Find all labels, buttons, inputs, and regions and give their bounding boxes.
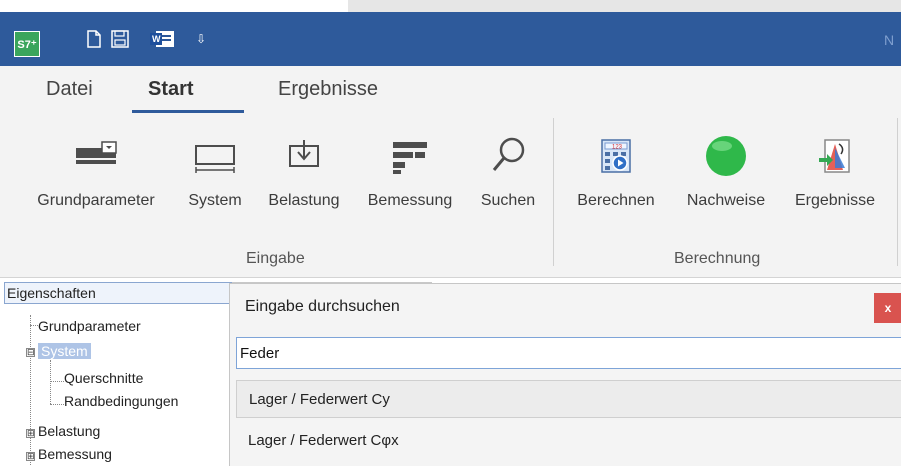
active-tab-indicator (132, 110, 244, 113)
search-dialog-title: Eingabe durchsuchen (245, 298, 400, 315)
search-result-item[interactable]: Lager / Federwert Cφx (236, 422, 901, 460)
green-circle-icon (706, 136, 746, 176)
group-separator (553, 118, 554, 266)
berechnen-button[interactable]: 123 Berechnen (564, 130, 668, 226)
background-window-strip (348, 0, 901, 12)
tab-datei[interactable]: Datei (46, 78, 93, 101)
tree-item-bemessung[interactable]: Bemessung (38, 446, 112, 462)
grundparameter-button[interactable]: Grundparameter (20, 130, 172, 226)
ribbon: Datei Start Ergebnisse Grundparameter Sy… (0, 66, 901, 278)
expand-icon[interactable]: ⊞ (26, 429, 35, 438)
ergebnisse-button[interactable]: Ergebnisse (782, 130, 888, 226)
group-label-eingabe: Eingabe (246, 250, 305, 267)
suchen-label: Suchen (480, 192, 536, 209)
group-label-berechnung: Berechnung (674, 250, 761, 267)
search-icon (492, 137, 525, 171)
title-bar: S7⁺ W ⇩ N (0, 12, 901, 66)
search-result-item[interactable]: Lager / Federwert Cy (236, 380, 901, 418)
grundparameter-label: Grundparameter (37, 192, 155, 209)
suchen-button[interactable]: Suchen (470, 130, 546, 226)
ergebnisse-label: Ergebnisse (794, 192, 876, 209)
belastung-button[interactable]: Belastung (256, 130, 352, 226)
svg-text:W: W (152, 34, 161, 44)
system-label: System (188, 192, 242, 209)
search-dialog: Eingabe durchsuchen x Lager / Federwert … (229, 283, 901, 466)
berechnen-label: Berechnen (577, 192, 655, 209)
collapse-icon[interactable]: ⊟ (26, 348, 35, 357)
group-separator (897, 118, 898, 266)
new-document-icon[interactable] (84, 28, 104, 50)
search-input[interactable] (236, 337, 901, 369)
tree-connector (50, 381, 64, 382)
tree-connector (30, 315, 31, 466)
tab-ergebnisse[interactable]: Ergebnisse (278, 78, 378, 101)
app-icon[interactable]: S7⁺ (14, 31, 40, 57)
results-icon (819, 139, 850, 173)
word-icon[interactable]: W (148, 28, 176, 50)
svg-text:123: 123 (612, 145, 623, 151)
system-icon (195, 145, 235, 173)
tree-connector (50, 404, 64, 405)
system-button[interactable]: System (180, 130, 250, 226)
tree-item-belastung[interactable]: Belastung (38, 423, 100, 439)
tree-connector (30, 325, 38, 326)
tree-item-grundparameter[interactable]: Grundparameter (38, 318, 141, 334)
bemessung-label: Bemessung (367, 192, 453, 209)
grundparameter-icon (76, 141, 117, 164)
calculator-icon: 123 (601, 139, 631, 173)
belastung-label: Belastung (268, 192, 340, 209)
properties-header: Eigenschaften (4, 282, 232, 304)
nachweise-button[interactable]: Nachweise (674, 130, 778, 226)
expand-icon[interactable]: ⊞ (26, 452, 35, 461)
bemessung-icon (393, 142, 427, 174)
window-title: N (884, 32, 895, 48)
tree-connector (50, 360, 51, 404)
tab-start[interactable]: Start (148, 78, 194, 101)
save-icon[interactable] (110, 28, 130, 50)
tree-item-system[interactable]: System (38, 343, 91, 359)
tree-item-randbedingungen[interactable]: Randbedingungen (64, 393, 178, 409)
nachweise-label: Nachweise (686, 192, 766, 209)
customize-dropdown-icon[interactable]: ⇩ (196, 32, 206, 46)
top-strip (0, 0, 901, 12)
belastung-icon (289, 140, 319, 167)
close-button[interactable]: x (874, 293, 901, 323)
bemessung-button[interactable]: Bemessung (354, 130, 466, 226)
tree-item-querschnitte[interactable]: Querschnitte (64, 370, 143, 386)
